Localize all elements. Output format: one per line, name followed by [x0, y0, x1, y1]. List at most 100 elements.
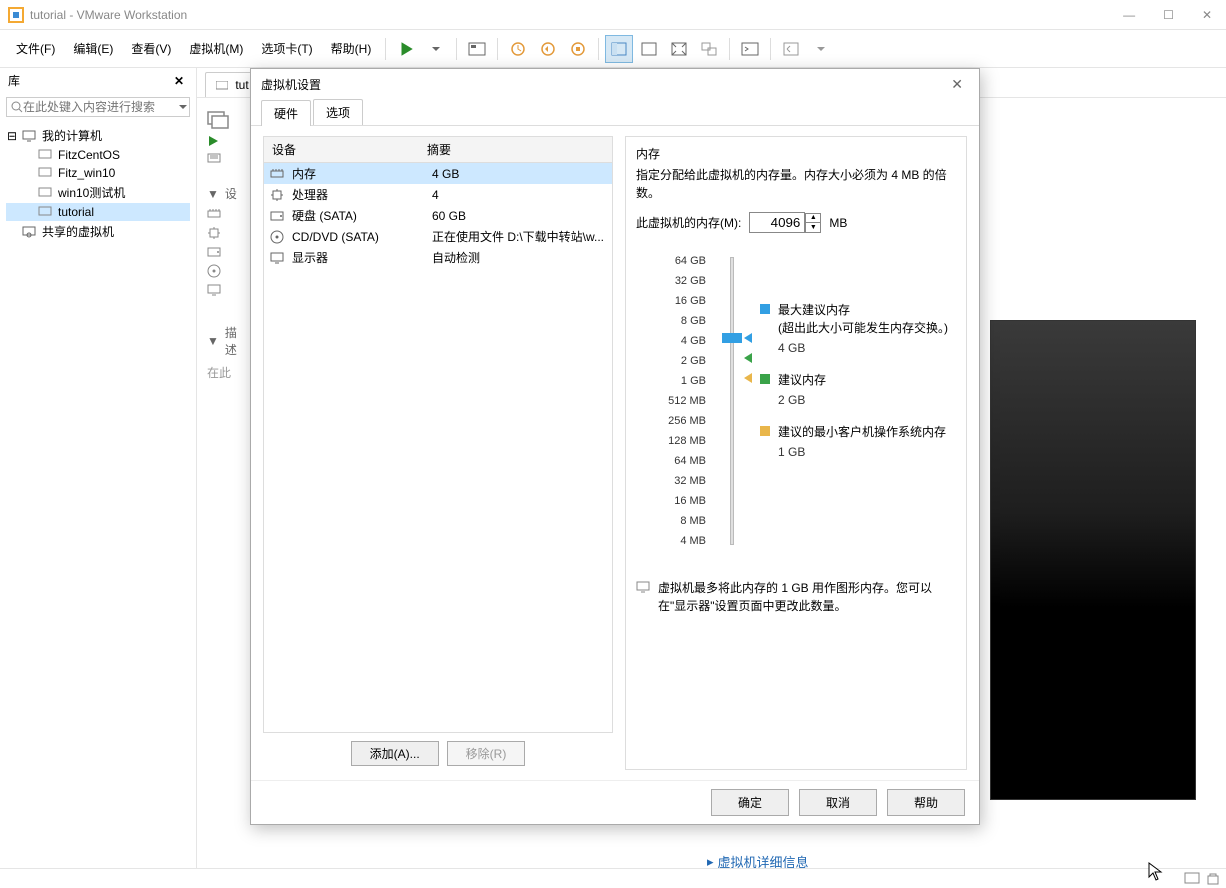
menu-vm[interactable]: 虚拟机(M)	[181, 36, 251, 61]
tree-shared-vms[interactable]: 共享的虚拟机	[6, 221, 190, 242]
memory-slider-handle[interactable]	[722, 333, 742, 343]
cancel-button[interactable]: 取消	[799, 789, 877, 816]
menu-tabs[interactable]: 选项卡(T)	[253, 36, 320, 61]
scale-tick: 32 MB	[636, 471, 706, 491]
scale-tick: 64 MB	[636, 451, 706, 471]
menu-help[interactable]: 帮助(H)	[323, 36, 380, 61]
search-input[interactable]	[23, 100, 178, 114]
statusbar	[0, 868, 1226, 888]
scale-tick: 4 GB	[636, 331, 706, 351]
library-search[interactable]	[6, 97, 190, 117]
scale-tick: 256 MB	[636, 411, 706, 431]
vm-preview	[990, 320, 1196, 800]
memory-scale: 64 GB32 GB16 GB8 GB4 GB2 GB1 GB512 MB256…	[636, 251, 706, 551]
display-icon	[270, 252, 286, 264]
hw-device-name: 内存	[292, 165, 432, 182]
power-on-button[interactable]	[392, 35, 420, 63]
scale-tick: 16 MB	[636, 491, 706, 511]
memory-legend: 最大建议内存 (超出此大小可能发生内存交换。) 4 GB 建议内存 2 GB	[760, 251, 956, 551]
titlebar: tutorial - VMware Workstation — ☐ ✕	[0, 0, 1226, 30]
close-button[interactable]: ✕	[1196, 6, 1218, 24]
memory-icon	[270, 168, 286, 180]
hw-row-cpu[interactable]: 处理器4	[264, 184, 612, 205]
vm-icon	[38, 166, 54, 180]
rec-marker-icon	[744, 353, 752, 363]
computer-icon	[22, 129, 38, 143]
spinner-down[interactable]: ▼	[806, 223, 820, 232]
console-button[interactable]	[736, 35, 764, 63]
memory-input[interactable]	[749, 212, 805, 233]
add-hardware-button[interactable]: 添加(A)...	[351, 741, 439, 766]
device-disk-icon	[207, 243, 241, 261]
library-panel: 库 ✕ ⊟ 我的计算机 FitzCentOSFitz_win10win10测试机…	[0, 68, 197, 868]
expand-icon[interactable]: ⊟	[6, 129, 18, 143]
tree-shared-label: 共享的虚拟机	[42, 223, 114, 240]
menu-view[interactable]: 查看(V)	[123, 36, 179, 61]
hw-row-cd[interactable]: CD/DVD (SATA)正在使用文件 D:\下载中转站\w...	[264, 226, 612, 247]
library-close-button[interactable]: ✕	[170, 74, 188, 88]
scale-tick: 4 MB	[636, 531, 706, 551]
tree-vm-label: tutorial	[58, 205, 94, 219]
col-summary-header: 摘要	[419, 137, 459, 162]
tree-vm-Fitz_win10[interactable]: Fitz_win10	[6, 164, 190, 182]
memory-desc: 指定分配给此虚拟机的内存量。内存大小必须为 4 MB 的倍数。	[636, 166, 956, 202]
snapshot-manager-button[interactable]	[564, 35, 592, 63]
hw-row-display[interactable]: 显示器自动检测	[264, 247, 612, 268]
snapshot-take-button[interactable]	[504, 35, 532, 63]
legend-rec-color	[760, 374, 770, 384]
dialog-close-button[interactable]: ✕	[945, 74, 969, 95]
hw-row-memory[interactable]: 内存4 GB	[264, 163, 612, 184]
hw-device-name: 显示器	[292, 249, 432, 266]
fullscreen-button[interactable]	[665, 35, 693, 63]
device-cd-icon	[207, 261, 241, 281]
stretch-button[interactable]	[777, 35, 805, 63]
maximize-button[interactable]: ☐	[1157, 6, 1180, 24]
help-button[interactable]: 帮助	[887, 789, 965, 816]
cd-icon	[270, 230, 286, 244]
legend-max-title: 最大建议内存	[778, 301, 948, 319]
scale-tick: 8 GB	[636, 311, 706, 331]
tree-root-my-computer[interactable]: ⊟ 我的计算机	[6, 125, 190, 146]
search-dropdown-icon[interactable]	[178, 102, 188, 112]
search-icon	[11, 101, 23, 113]
hw-row-disk[interactable]: 硬盘 (SATA)60 GB	[264, 205, 612, 226]
tree-vm-win10测试机[interactable]: win10测试机	[6, 182, 190, 203]
scale-tick: 512 MB	[636, 391, 706, 411]
menu-file[interactable]: 文件(F)	[8, 36, 63, 61]
hw-device-name: 硬盘 (SATA)	[292, 207, 432, 224]
description-hint: 在此	[207, 361, 241, 384]
spinner-up[interactable]: ▲	[806, 214, 820, 224]
view-thumbnail-button[interactable]	[635, 35, 663, 63]
legend-min-color	[760, 426, 770, 436]
power-on-link[interactable]	[207, 132, 241, 150]
memory-spinner[interactable]: ▲▼	[805, 213, 821, 233]
max-marker-icon	[744, 333, 752, 343]
tab-hardware[interactable]: 硬件	[261, 100, 311, 126]
snapshot-revert-button[interactable]	[534, 35, 562, 63]
tree-vm-tutorial[interactable]: tutorial	[6, 203, 190, 221]
memory-label: 此虚拟机的内存(M):	[636, 214, 741, 231]
memory-slider[interactable]	[718, 251, 748, 551]
power-dropdown[interactable]	[422, 35, 450, 63]
tree-vm-FitzCentOS[interactable]: FitzCentOS	[6, 146, 190, 164]
edit-settings-link[interactable]	[207, 150, 241, 168]
description-header-label: 描述	[225, 324, 241, 358]
hw-device-name: CD/DVD (SATA)	[292, 230, 432, 244]
minimize-button[interactable]: —	[1117, 6, 1141, 24]
legend-max-color	[760, 304, 770, 314]
status-icon-1[interactable]	[1184, 872, 1200, 886]
stretch-dropdown[interactable]	[807, 35, 835, 63]
hardware-list: 设备 摘要 内存4 GB处理器4硬盘 (SATA)60 GBCD/DVD (SA…	[263, 136, 613, 733]
scale-tick: 128 MB	[636, 431, 706, 451]
scale-tick: 2 GB	[636, 351, 706, 371]
send-keys-button[interactable]	[463, 35, 491, 63]
tree-vm-label: Fitz_win10	[58, 166, 115, 180]
tab-options[interactable]: 选项	[313, 99, 363, 125]
unity-button[interactable]	[695, 35, 723, 63]
menu-edit[interactable]: 编辑(E)	[65, 36, 121, 61]
vm-icon	[38, 186, 54, 200]
status-icon-2[interactable]	[1206, 872, 1220, 886]
ok-button[interactable]: 确定	[711, 789, 789, 816]
view-single-button[interactable]	[605, 35, 633, 63]
hw-device-summary: 60 GB	[432, 209, 606, 223]
